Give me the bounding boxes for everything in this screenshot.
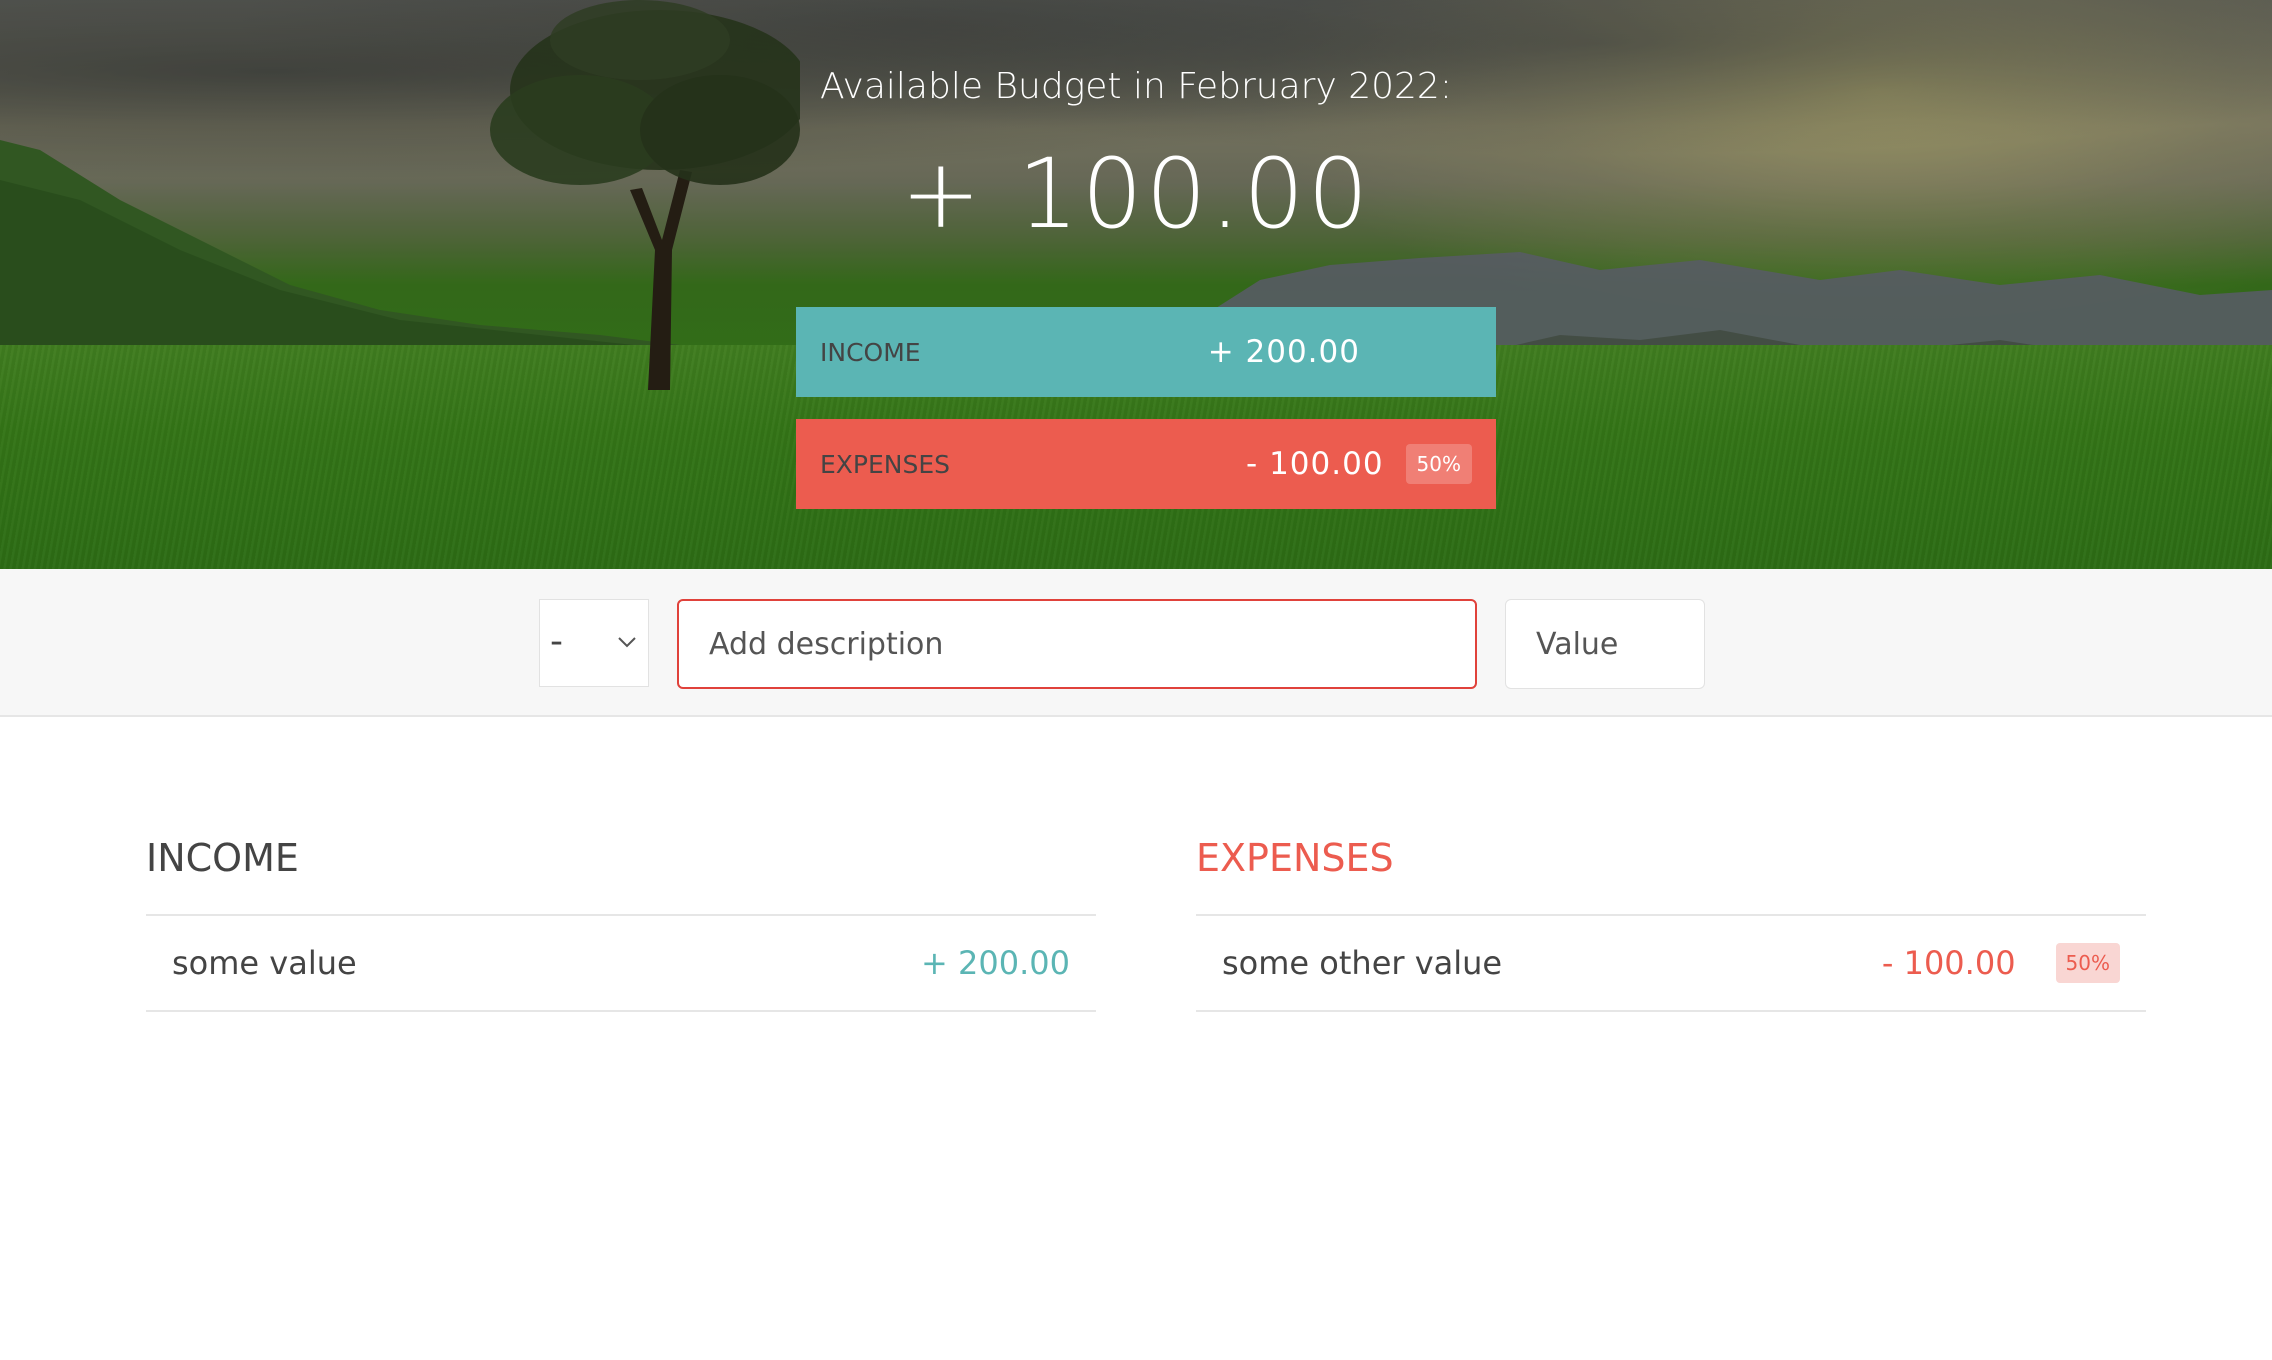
- budget-expenses-percentage: 50%: [1405, 444, 1472, 484]
- add-type-selected: -: [550, 621, 563, 662]
- chevron-down-icon: [616, 600, 638, 720]
- income-item[interactable]: some value + 200.00: [146, 916, 1096, 1012]
- item-description: some other value: [1222, 944, 1503, 982]
- item-percentage: 50%: [2055, 943, 2120, 983]
- budget-income-value: + 200.00: [1207, 334, 1360, 370]
- budget-expenses-summary: Expenses - 100.00 50%: [796, 419, 1496, 509]
- budget-value: + 100.00: [900, 138, 1372, 250]
- add-value-input[interactable]: [1505, 599, 1705, 689]
- item-value: - 100.00: [1881, 944, 2016, 982]
- income-list: Income some value + 200.00: [146, 836, 1096, 1012]
- add-item-bar: -: [0, 569, 2272, 717]
- budget-income-summary: Income + 200.00: [796, 307, 1496, 397]
- budget-expenses-label: Expenses: [820, 449, 951, 479]
- budget-title: Available Budget in February 2022:: [820, 66, 1452, 107]
- budget-income-label: Income: [820, 337, 921, 367]
- item-description: some value: [172, 944, 357, 982]
- expenses-list: Expenses some other value - 100.00 50%: [1196, 836, 2146, 1012]
- item-value: + 200.00: [921, 944, 1070, 982]
- budget-expenses-value: - 100.00: [1246, 446, 1384, 482]
- add-type-select[interactable]: -: [539, 599, 649, 687]
- income-list-title: Income: [146, 836, 1096, 916]
- expenses-list-title: Expenses: [1196, 836, 2146, 916]
- budget-header: Available Budget in February 2022: + 100…: [0, 0, 2272, 569]
- add-description-input[interactable]: [677, 599, 1477, 689]
- expense-item[interactable]: some other value - 100.00 50%: [1196, 916, 2146, 1012]
